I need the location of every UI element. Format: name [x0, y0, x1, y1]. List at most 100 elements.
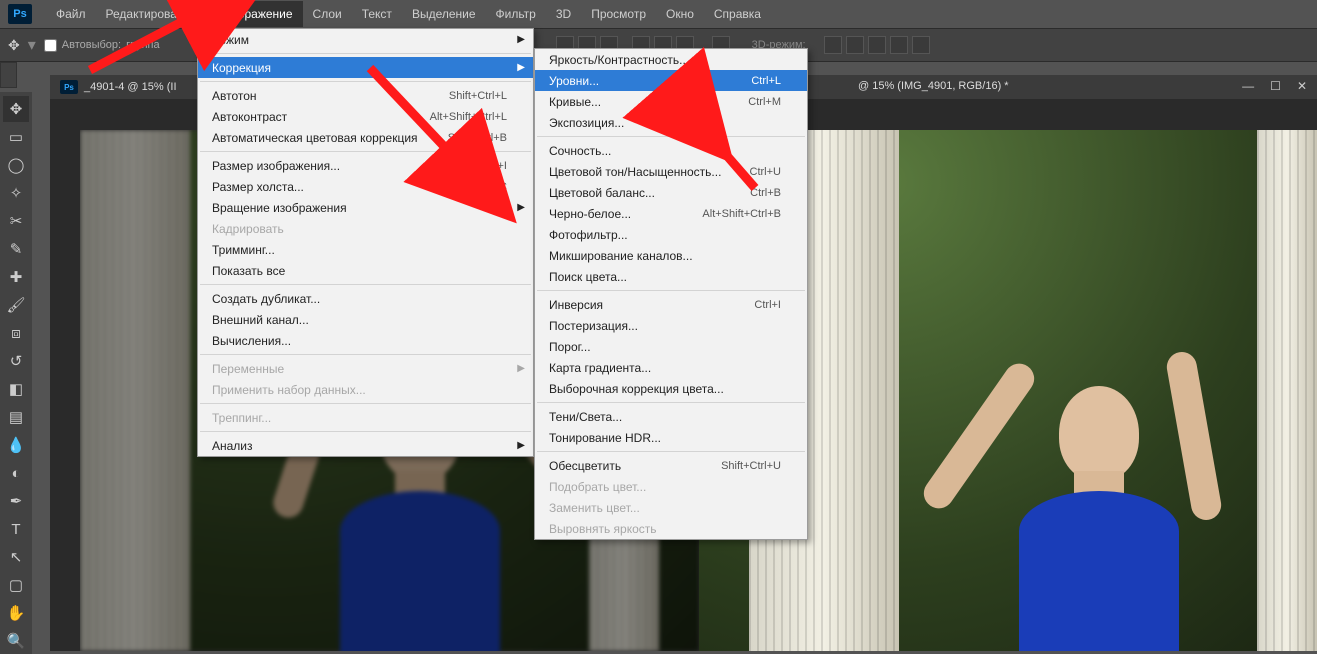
menu-item-label: Фотофильтр...: [549, 228, 628, 242]
menu-text[interactable]: Текст: [352, 1, 402, 27]
image-menu-item[interactable]: Режим▶: [198, 29, 533, 50]
mode3d-icon[interactable]: [846, 36, 864, 54]
pen-tool[interactable]: ✒: [3, 488, 29, 514]
menu-shortcut: Alt+Shift+Ctrl+L: [430, 111, 507, 123]
blur-tool[interactable]: 💧: [3, 432, 29, 458]
minimize-icon[interactable]: —: [1242, 79, 1254, 93]
menu-shortcut: Shift+Ctrl+B: [448, 132, 507, 144]
eraser-tool[interactable]: ◧: [3, 376, 29, 402]
autoselect-check[interactable]: [44, 39, 57, 52]
menu-view[interactable]: Просмотр: [581, 1, 656, 27]
image-menu-item[interactable]: Показать все: [198, 260, 533, 281]
menu-3d[interactable]: 3D: [546, 1, 581, 27]
autoselect-checkbox[interactable]: Автовыбор: группа: [44, 39, 160, 52]
image-menu-item[interactable]: Коррекция▶: [198, 57, 533, 78]
menu-layers[interactable]: Слои: [303, 1, 352, 27]
mode3d-icon[interactable]: [912, 36, 930, 54]
menu-filter[interactable]: Фильтр: [486, 1, 546, 27]
adjust-menu-item[interactable]: Уровни...Ctrl+L: [535, 70, 807, 91]
image-menu-item[interactable]: Размер холста...Alt+Ctrl+C: [198, 176, 533, 197]
stamp-tool[interactable]: ⧈: [3, 320, 29, 346]
menu-item-label: Экспозиция...: [549, 116, 624, 130]
menu-edit[interactable]: Редактирование: [96, 1, 207, 27]
hand-tool[interactable]: ✋: [3, 600, 29, 626]
menu-window[interactable]: Окно: [656, 1, 704, 27]
adjust-menu-item[interactable]: Фотофильтр...: [535, 224, 807, 245]
adjust-menu-item[interactable]: Яркость/Контрастность...: [535, 49, 807, 70]
submenu-arrow-icon: ▶: [517, 34, 525, 45]
adjust-menu-item[interactable]: Тени/Света...: [535, 406, 807, 427]
image-menu-item[interactable]: Внешний канал...: [198, 309, 533, 330]
menu-item-label: Автотон: [212, 89, 257, 103]
adjust-menu-item[interactable]: Кривые...Ctrl+M: [535, 91, 807, 112]
menu-item-label: Сочность...: [549, 144, 611, 158]
window-controls: — ☐ ✕: [1242, 79, 1307, 93]
adjust-menu-item[interactable]: Порог...: [535, 336, 807, 357]
crop-tool[interactable]: ✂: [3, 208, 29, 234]
menu-separator: [537, 402, 805, 403]
adjust-menu-item[interactable]: Цветовой тон/Насыщенность...Ctrl+U: [535, 161, 807, 182]
menu-separator: [200, 151, 531, 152]
menu-file[interactable]: Файл: [46, 1, 96, 27]
adjust-menu-item[interactable]: Тонирование HDR...: [535, 427, 807, 448]
menu-item-label: Выборочная коррекция цвета...: [549, 382, 724, 396]
tab-title-left[interactable]: _4901-4 @ 15% (II: [84, 81, 177, 93]
lasso-tool[interactable]: ◯: [3, 152, 29, 178]
adjust-menu-item[interactable]: Экспозиция...: [535, 112, 807, 133]
dodge-tool[interactable]: ◐: [3, 460, 29, 486]
healing-tool[interactable]: ✚: [3, 264, 29, 290]
image-menu-item[interactable]: Создать дубликат...: [198, 288, 533, 309]
menu-shortcut: Shift+Ctrl+L: [449, 90, 507, 102]
menubar: Ps Файл Редактирование Изображение Слои …: [0, 0, 1317, 28]
mode3d-icon[interactable]: [868, 36, 886, 54]
mode3d-icon[interactable]: [824, 36, 842, 54]
image-menu-item[interactable]: Тримминг...: [198, 239, 533, 260]
menu-help[interactable]: Справка: [704, 1, 771, 27]
menu-item-label: Анализ: [212, 439, 253, 453]
adjust-menu-item[interactable]: Постеризация...: [535, 315, 807, 336]
maximize-icon[interactable]: ☐: [1270, 79, 1281, 93]
image-menu-item[interactable]: Анализ▶: [198, 435, 533, 456]
adjust-menu-item[interactable]: Черно-белое...Alt+Shift+Ctrl+B: [535, 203, 807, 224]
image-menu-item[interactable]: Вычисления...: [198, 330, 533, 351]
menu-shortcut: Alt+Ctrl+C: [456, 181, 507, 193]
menu-item-label: Тонирование HDR...: [549, 431, 661, 445]
image-menu-item[interactable]: Автотон Shift+Ctrl+L: [198, 85, 533, 106]
adjust-menu-item[interactable]: Микширование каналов...: [535, 245, 807, 266]
menu-item-label: Тени/Света...: [549, 410, 622, 424]
image-menu-item[interactable]: Размер изображения...Alt+Ctrl+I: [198, 155, 533, 176]
adjust-menu-item[interactable]: Карта градиента...: [535, 357, 807, 378]
mode3d-icon[interactable]: [890, 36, 908, 54]
close-icon[interactable]: ✕: [1297, 79, 1307, 93]
collapsed-panel-tab[interactable]: [0, 62, 17, 88]
gradient-tool[interactable]: ▤: [3, 404, 29, 430]
type-tool[interactable]: T: [3, 516, 29, 542]
wand-tool[interactable]: ✧: [3, 180, 29, 206]
menu-separator: [200, 403, 531, 404]
adjust-menu-item: Заменить цвет...: [535, 497, 807, 518]
image-menu-item[interactable]: Вращение изображения▶: [198, 197, 533, 218]
tab-title-right[interactable]: @ 15% (IMG_4901, RGB/16) *: [858, 80, 1009, 92]
image-menu-item[interactable]: АвтоконтрастAlt+Shift+Ctrl+L: [198, 106, 533, 127]
adjust-menu-item[interactable]: Поиск цвета...: [535, 266, 807, 287]
brush-tool[interactable]: 🖌: [3, 292, 29, 318]
menu-image[interactable]: Изображение: [207, 1, 303, 27]
marquee-tool[interactable]: ▭: [3, 124, 29, 150]
shape-tool[interactable]: ▢: [3, 572, 29, 598]
move-tool[interactable]: ✥: [3, 96, 29, 122]
menu-select[interactable]: Выделение: [402, 1, 486, 27]
adjust-menu-item[interactable]: ИнверсияCtrl+I: [535, 294, 807, 315]
menu-item-label: Уровни...: [549, 74, 599, 88]
adjust-menu-item[interactable]: Цветовой баланс...Ctrl+B: [535, 182, 807, 203]
adjust-menu-item[interactable]: Выборочная коррекция цвета...: [535, 378, 807, 399]
path-tool[interactable]: ↖: [3, 544, 29, 570]
adjust-menu-item[interactable]: Сочность...: [535, 140, 807, 161]
history-tool[interactable]: ↺: [3, 348, 29, 374]
image-menu-item: Применить набор данных...: [198, 379, 533, 400]
adjust-menu-item[interactable]: ОбесцветитьShift+Ctrl+U: [535, 455, 807, 476]
move-tool-icon[interactable]: ✥: [8, 37, 20, 54]
image-menu-item[interactable]: Автоматическая цветовая коррекцияShift+C…: [198, 127, 533, 148]
menu-item-label: Обесцветить: [549, 459, 621, 473]
eyedropper-tool[interactable]: ✎: [3, 236, 29, 262]
zoom-tool[interactable]: 🔍: [3, 628, 29, 654]
